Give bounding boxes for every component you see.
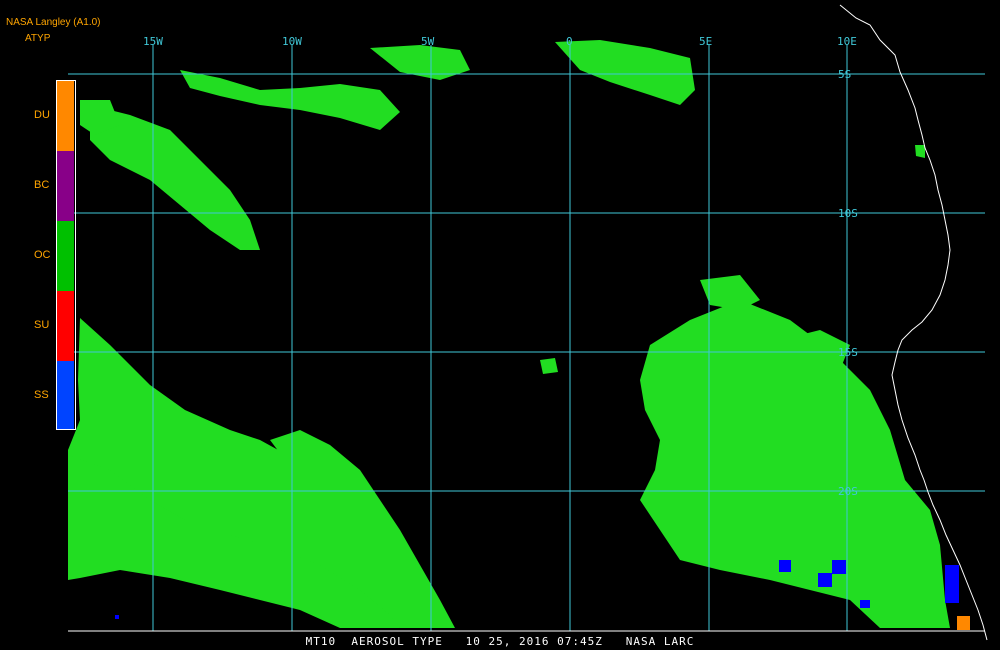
aerosol-region-oc (180, 70, 400, 130)
lat-label: 15S (838, 346, 858, 359)
legend-label-ss: SS (34, 389, 49, 401)
aerosol-region-oc (540, 358, 558, 374)
legend-label-du: DU (34, 109, 50, 121)
map-canvas: 15W 10W 5W 0 5E 10E 5S 10S 15S 20S (68, 4, 988, 641)
lon-label: 10E (837, 35, 857, 48)
aerosol-pixel-ss (779, 560, 791, 572)
lon-label: 10W (282, 35, 302, 48)
aerosol-layer (68, 40, 970, 630)
lon-label: 15W (143, 35, 163, 48)
map-footer: MT10 AEROSOL TYPE 10 25, 2016 07:45Z NAS… (305, 635, 695, 648)
aerosol-pixel-ss (832, 560, 846, 574)
aerosol-pixel-ss (115, 615, 119, 619)
legend-label-oc: OC (34, 249, 51, 261)
lon-label: 0 (566, 35, 573, 48)
aerosol-region-oc (555, 40, 695, 105)
lat-label: 20S (838, 485, 858, 498)
aerosol-pixel-du (957, 616, 970, 630)
map-view: NASA Langley (A1.0) ATYP 15W 10W 5W 0 5E 10E 5… (0, 0, 1000, 650)
aerosol-pixel-ss (860, 600, 870, 608)
aerosol-pixel-ss (818, 573, 832, 587)
legend-label-bc: BC (34, 179, 50, 191)
aerosol-region-oc (370, 45, 470, 80)
lon-label: 5W (421, 35, 435, 48)
aerosol-region-oc (915, 145, 925, 158)
lat-label: 5S (838, 68, 851, 81)
aerosol-type-legend: DU BC OC SU SS (34, 80, 76, 430)
aerosol-pixel-ss (945, 565, 959, 603)
lon-label: 5E (699, 35, 712, 48)
lat-label: 10S (838, 207, 858, 220)
legend-label-su: SU (34, 319, 50, 331)
